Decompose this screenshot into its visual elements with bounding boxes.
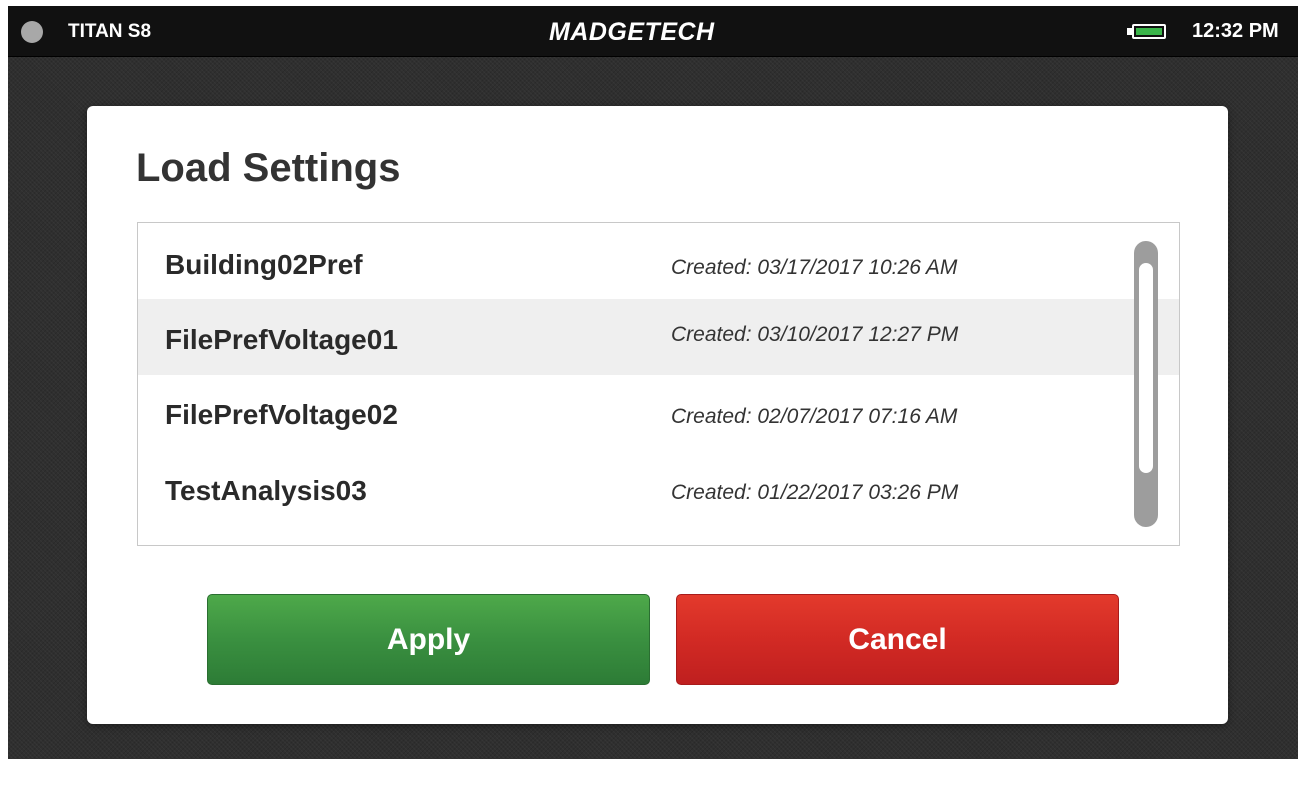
dialog-title: Load Settings (136, 146, 401, 190)
clock: 12:32 PM (1192, 20, 1279, 42)
list-item[interactable]: TestAnalysis03 Created: 01/22/2017 03:26… (138, 451, 1179, 527)
list-item[interactable]: FilePrefVoltage02 Created: 02/07/2017 07… (138, 375, 1179, 451)
status-indicator-icon (21, 21, 43, 43)
battery-level-fill (1136, 28, 1162, 35)
status-bar: TITAN S8 MADGETECH 12:32 PM (8, 6, 1298, 57)
scrollbar[interactable] (1134, 241, 1158, 527)
settings-file-list[interactable]: Building02Pref Created: 03/17/2017 10:26… (137, 222, 1180, 546)
device-name: TITAN S8 (68, 21, 152, 42)
list-item[interactable]: Building02Pref Created: 03/17/2017 10:26… (138, 223, 1179, 299)
file-created-date: Created: 03/17/2017 10:26 AM (671, 256, 958, 279)
brand-logo: MADGETECH (549, 18, 715, 46)
file-created-date: Created: 01/22/2017 03:26 PM (671, 481, 959, 504)
apply-button[interactable]: Apply (207, 594, 650, 685)
file-name: FilePrefVoltage02 (165, 399, 398, 430)
battery-full-icon (1132, 24, 1166, 39)
scrollbar-thumb[interactable] (1139, 263, 1153, 473)
file-name: FilePrefVoltage01 (165, 324, 398, 355)
list-item[interactable]: FilePrefVoltage01 Created: 03/10/2017 12… (138, 299, 1179, 375)
file-created-date: Created: 03/10/2017 12:27 PM (671, 323, 959, 346)
file-name: TestAnalysis03 (165, 475, 367, 506)
file-created-date: Created: 02/07/2017 07:16 AM (671, 405, 958, 428)
device-screen: TITAN S8 MADGETECH 12:32 PM Load Setting… (8, 6, 1298, 759)
file-name: Building02Pref (165, 249, 363, 280)
cancel-button[interactable]: Cancel (676, 594, 1119, 685)
load-settings-dialog: Load Settings Building02Pref Created: 03… (87, 106, 1228, 724)
